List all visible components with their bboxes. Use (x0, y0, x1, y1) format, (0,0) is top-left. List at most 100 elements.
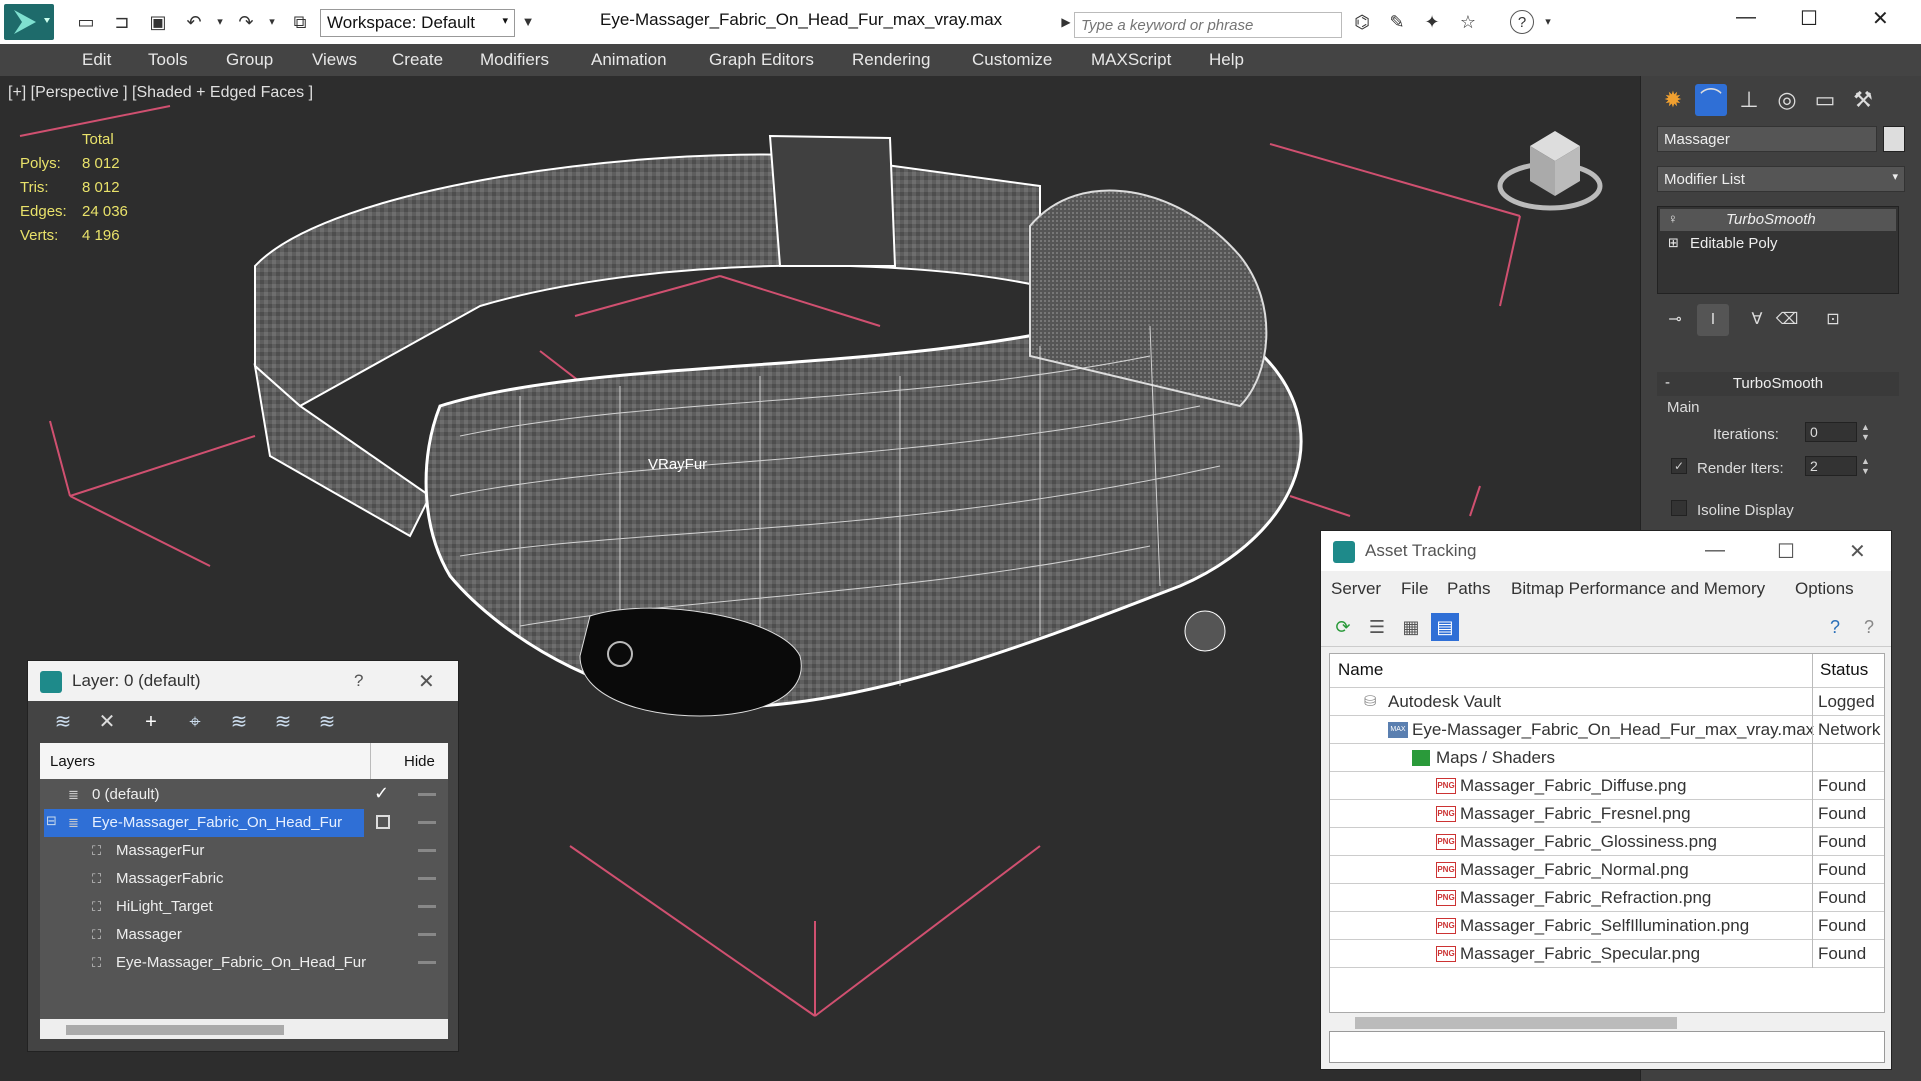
binoculars-icon[interactable]: ⌬ (1350, 10, 1374, 34)
table-row[interactable]: PNG Massager_Fabric_Fresnel.png Found (1330, 800, 1884, 828)
close-icon[interactable]: ✕ (418, 669, 435, 694)
create-tab-icon[interactable]: ✹ (1657, 84, 1689, 116)
thumbnail-view-icon[interactable]: ▦ (1397, 613, 1425, 641)
communication-icon[interactable]: ✦ (1420, 10, 1444, 34)
table-row[interactable]: MAX Eye-Massager_Fabric_On_Head_Fur_max_… (1330, 716, 1884, 744)
layer-row[interactable]: ⛶ HiLight_Target (40, 893, 448, 921)
viewport-label[interactable]: [+] [Perspective ] [Shaded + Edged Faces… (8, 84, 313, 102)
object-color-swatch[interactable] (1883, 126, 1905, 152)
app-logo-icon[interactable] (4, 4, 54, 40)
layer-row[interactable]: ⛶ Massager (40, 921, 448, 949)
menu-group[interactable]: Group (226, 50, 273, 70)
make-unique-icon[interactable]: ∀ (1741, 304, 1773, 336)
save-file-icon[interactable]: ▣ (146, 10, 170, 34)
hide-toggle[interactable] (418, 905, 436, 908)
workspace-dropdown[interactable]: Workspace: Default ▾ (320, 9, 515, 37)
highlight-selected-icon[interactable]: ≋ (226, 709, 252, 735)
col-name[interactable]: Name (1338, 660, 1383, 680)
open-file-icon[interactable]: ⊐ (110, 10, 134, 34)
menu-bitmap-performance[interactable]: Bitmap Performance and Memory (1511, 579, 1765, 599)
window-maximize-button[interactable]: ☐ (1800, 6, 1818, 31)
modify-tab-icon[interactable]: ⌒ (1695, 84, 1727, 116)
isoline-display-checkbox[interactable] (1671, 500, 1687, 516)
undo-icon[interactable]: ↶ (182, 10, 206, 34)
menu-paths[interactable]: Paths (1447, 579, 1490, 599)
table-row[interactable]: PNG Massager_Fabric_Normal.png Found (1330, 856, 1884, 884)
new-layer-icon[interactable]: ≋ (50, 709, 76, 735)
menu-file[interactable]: File (1401, 579, 1428, 599)
menu-animation[interactable]: Animation (591, 50, 667, 70)
hide-toggle[interactable] (418, 821, 436, 824)
collapse-minus-icon[interactable]: ⊟ (46, 813, 57, 829)
layer-row[interactable]: ≣ 0 (default) ✓ (40, 781, 448, 809)
utilities-tab-icon[interactable]: ⚒ (1847, 84, 1879, 116)
pin-stack-icon[interactable]: ⊸ (1659, 304, 1691, 336)
motion-tab-icon[interactable]: ◎ (1771, 84, 1803, 116)
workspace-menu-icon[interactable]: ▼ (516, 10, 540, 34)
stack-item-turbosmooth[interactable]: ♀ TurboSmooth (1660, 209, 1896, 231)
redo-icon[interactable]: ↷ (234, 10, 258, 34)
asset-hscrollbar[interactable] (1329, 1013, 1885, 1031)
menu-modifiers[interactable]: Modifiers (480, 50, 549, 70)
delete-layer-icon[interactable]: ✕ (94, 709, 120, 735)
window-minimize-button[interactable]: — (1705, 539, 1725, 562)
scroll-thumb[interactable] (66, 1025, 284, 1035)
menu-server[interactable]: Server (1331, 579, 1381, 599)
list-view-icon[interactable]: ☰ (1363, 613, 1391, 641)
layer-row[interactable]: ⊟ ≣ Eye-Massager_Fabric_On_Head_Fur (40, 809, 448, 837)
hide-toggle[interactable] (418, 961, 436, 964)
table-row[interactable]: PNG Massager_Fabric_Diffuse.png Found (1330, 772, 1884, 800)
layer-row[interactable]: ⛶ Eye-Massager_Fabric_On_Head_Fur (40, 949, 448, 977)
menu-options[interactable]: Options (1795, 579, 1854, 599)
show-end-result-icon[interactable]: I (1697, 304, 1729, 336)
menu-tools[interactable]: Tools (148, 50, 188, 70)
hide-toggle[interactable] (418, 933, 436, 936)
col-status[interactable]: Status (1820, 660, 1868, 680)
add-to-layer-icon[interactable]: + (138, 709, 164, 735)
stack-item-editable-poly[interactable]: ⊞ Editable Poly (1660, 233, 1896, 255)
remove-modifier-icon[interactable]: ⌫ (1771, 304, 1803, 336)
menu-graph-editors[interactable]: Graph Editors (709, 50, 814, 70)
object-name-field[interactable] (1657, 126, 1877, 152)
layer-active-toggle-icon[interactable] (376, 815, 390, 829)
window-close-button[interactable]: ✕ (1872, 6, 1889, 31)
help-dropdown-icon[interactable]: ▾ (1536, 10, 1560, 34)
table-row[interactable]: PNG Massager_Fabric_SelfIllumination.png… (1330, 912, 1884, 940)
freeze-all-icon[interactable]: ≋ (314, 709, 340, 735)
menu-create[interactable]: Create (392, 50, 443, 70)
redo-dropdown-icon[interactable]: ▾ (260, 10, 284, 34)
favorites-star-icon[interactable]: ☆ (1456, 10, 1480, 34)
window-maximize-button[interactable]: ☐ (1777, 539, 1795, 564)
search-input[interactable] (1074, 12, 1342, 38)
table-row[interactable]: Maps / Shaders (1330, 744, 1884, 772)
hierarchy-tab-icon[interactable]: ⊥ (1733, 84, 1765, 116)
hide-toggle[interactable] (418, 877, 436, 880)
col-layers[interactable]: Layers (50, 753, 95, 770)
table-row[interactable]: PNG Massager_Fabric_Refraction.png Found (1330, 884, 1884, 912)
layer-row[interactable]: ⛶ MassagerFabric (40, 865, 448, 893)
hide-toggle[interactable] (418, 849, 436, 852)
refresh-icon[interactable]: ⟳ (1329, 613, 1357, 641)
help-icon[interactable]: ? (354, 671, 363, 691)
window-minimize-button[interactable]: — (1736, 6, 1756, 29)
project-folder-icon[interactable]: ⧉ (288, 10, 312, 34)
menu-views[interactable]: Views (312, 50, 357, 70)
table-row[interactable]: PNG Massager_Fabric_Glossiness.png Found (1330, 828, 1884, 856)
spinner-arrows-icon[interactable]: ▲ ▼ (1861, 422, 1870, 442)
select-objects-icon[interactable]: ⌖ (182, 709, 208, 735)
table-row[interactable]: ⛁ Autodesk Vault Logged (1330, 688, 1884, 716)
help-icon[interactable]: ? (1510, 10, 1534, 34)
menu-edit[interactable]: Edit (82, 50, 111, 70)
undo-dropdown-icon[interactable]: ▾ (208, 10, 232, 34)
col-hide[interactable]: Hide (404, 753, 435, 770)
menu-rendering[interactable]: Rendering (852, 50, 930, 70)
iterations-spinner[interactable] (1805, 422, 1857, 442)
layer-dialog-titlebar[interactable]: Layer: 0 (default) ? ✕ (28, 661, 458, 701)
context-help-icon[interactable]: ? (1855, 613, 1883, 641)
render-iters-checkbox[interactable]: ✓ (1671, 458, 1687, 474)
tools-icon[interactable]: ✎ (1385, 10, 1409, 34)
hide-toggle[interactable] (418, 793, 436, 796)
turbosmooth-rollout-header[interactable]: - TurboSmooth (1657, 372, 1899, 396)
layer-hscrollbar[interactable] (40, 1019, 448, 1039)
spinner-arrows-icon[interactable]: ▲ ▼ (1861, 456, 1870, 476)
